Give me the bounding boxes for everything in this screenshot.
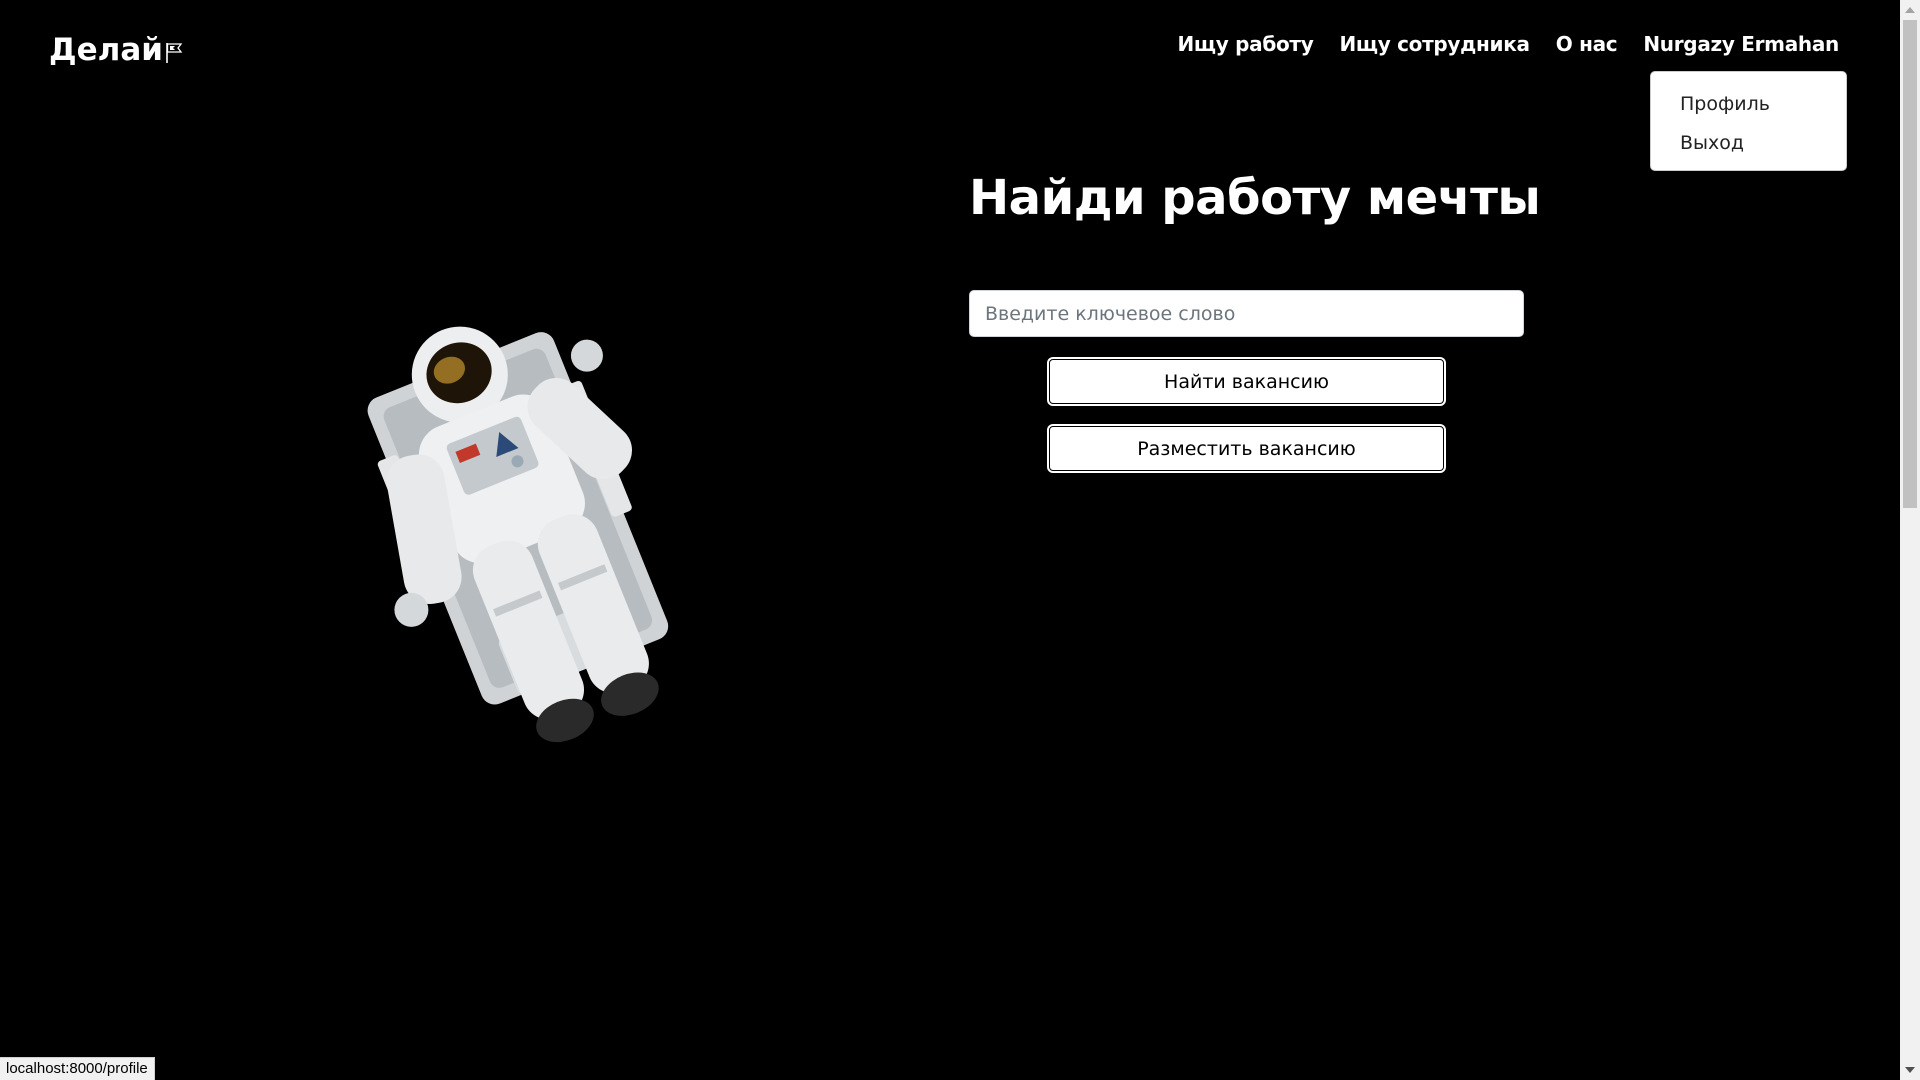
nav-item-find-employee[interactable]: Ищу сотрудника: [1339, 32, 1530, 56]
nav-item-about[interactable]: О нас: [1556, 32, 1618, 56]
scroll-down-arrow-icon[interactable]: [1905, 1067, 1915, 1073]
post-vacancy-button[interactable]: Разместить вакансию: [1047, 424, 1446, 473]
user-dropdown-menu: Профиль Выход: [1650, 71, 1847, 171]
keyword-search-input[interactable]: [969, 290, 1524, 337]
dropdown-item-logout[interactable]: Выход: [1651, 127, 1846, 159]
nav-item-user-menu[interactable]: Nurgazy Ermahan: [1643, 32, 1839, 56]
nav-item-find-job[interactable]: Ищу работу: [1177, 32, 1313, 56]
main-nav: Ищу работу Ищу сотрудника О нас Nurgazy …: [1177, 32, 1839, 56]
scroll-up-arrow-icon[interactable]: [1905, 7, 1915, 13]
hero-title: Найди работу мечты: [969, 170, 1541, 226]
brand-logo[interactable]: Делай: [49, 32, 183, 72]
scrollbar-thumb[interactable]: [1903, 20, 1917, 508]
brand-name: Делай: [49, 32, 163, 68]
flag-icon: [165, 36, 183, 72]
page-scrollbar[interactable]: [1900, 0, 1920, 1080]
astronaut-image: [320, 290, 740, 780]
find-vacancy-button[interactable]: Найти вакансию: [1047, 357, 1446, 406]
link-status-bar: localhost:8000/profile: [0, 1057, 155, 1080]
dropdown-item-profile[interactable]: Профиль: [1651, 88, 1846, 120]
page: Делай Ищу работу Ищу сотрудника О нас Nu…: [0, 0, 1920, 1080]
